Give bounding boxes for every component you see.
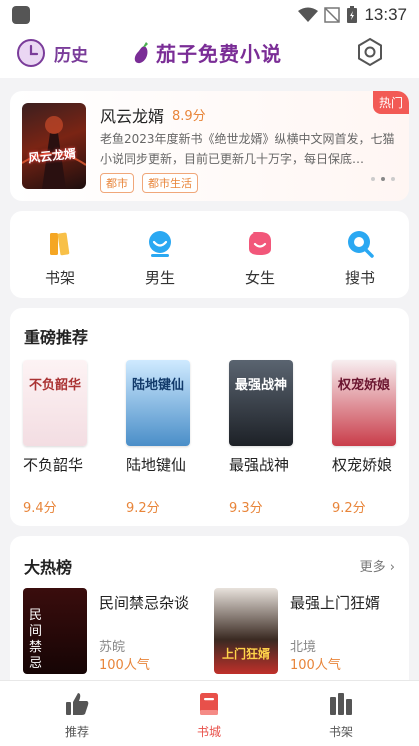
section-title: 重磅推荐 [24,328,89,347]
book-popularity: 100人气 [99,658,150,673]
wifi-icon [298,7,319,22]
book-cover: 上门狂婿 [214,588,278,674]
cover-title: 陆地键仙 [132,378,185,393]
battery-charging-icon [347,6,358,23]
book-title: 最强上门狂婿 [290,594,381,612]
clock: 13:37 [364,5,407,24]
eggplant-icon [134,41,148,63]
book-title: 不负韶华 [23,456,84,474]
book-cover: 权宠娇娘 [332,360,396,446]
book-title: 权宠娇娘 [332,456,393,474]
cover-title: 不负韶华 [29,378,82,393]
nav-label: 搜书 [344,269,375,287]
clock-icon [17,39,45,67]
hot-list-section: 大热榜 更多 › 民间禁忌 民间禁忌杂谈 苏皖 100人气 上门狂婿 最强上门狂… [10,536,409,696]
app-header: 历史 茄子免费小说 [0,30,419,78]
featured-book-title[interactable]: 风云龙婿 [100,103,164,127]
book-title: 民间禁忌杂谈 [99,594,190,612]
book-item[interactable]: 权宠娇娘 权宠娇娘 9.2分 [332,360,398,516]
tab-label: 书城 [196,725,221,739]
book-title: 最强战神 [229,456,290,474]
hot-list-item[interactable]: 上门狂婿 最强上门狂婿 北境 100人气 [214,588,394,674]
bottom-tab-bar: 推荐 书城 书架 [0,680,419,746]
tab-bookshelf[interactable]: 书架 [306,691,376,740]
app-title: 茄子免费小说 [132,38,282,67]
book-score: 9.4分 [23,501,57,516]
settings-button[interactable] [354,36,386,68]
no-signal-icon [324,7,341,23]
book-item[interactable]: 最强战神 最强战神 9.3分 [229,360,295,516]
female-icon [249,232,271,255]
status-bar: 13:37 [0,0,419,30]
book-popularity: 100人气 [290,658,341,673]
carousel-dot [391,177,395,181]
app-title-text: 茄子免费小说 [156,42,282,66]
search-icon [348,231,374,258]
tag-chip[interactable]: 都市生活 [142,173,198,193]
book-cover: 不负韶华 [23,360,87,446]
book-cover: 陆地键仙 [126,360,190,446]
bookshelf-icon [50,232,70,256]
more-button[interactable]: 更多 › [360,556,395,575]
nav-female[interactable]: 女生 [220,229,300,288]
cover-title: 民间禁忌 [29,608,43,671]
book-score: 9.2分 [126,501,160,516]
book-item[interactable]: 陆地键仙 陆地键仙 9.2分 [126,360,192,516]
featured-book-score: 8.9分 [172,109,206,124]
bookshelf-bars-icon [330,693,352,715]
featured-book-cover[interactable]: 风云龙婿 [22,103,86,189]
hot-list-item[interactable]: 民间禁忌 民间禁忌杂谈 苏皖 100人气 [23,588,203,674]
book-title: 陆地键仙 [126,456,187,474]
book-author: 北境 [290,640,317,655]
book-icon [200,693,218,715]
more-label: 更多 [359,560,386,575]
settings-hexagon-icon [358,37,382,67]
nav-label: 男生 [144,269,175,287]
nav-search[interactable]: 搜书 [320,229,400,288]
book-item[interactable]: 不负韶华 不负韶华 9.4分 [23,360,89,516]
book-score: 9.3分 [229,501,263,516]
tab-label: 书架 [328,725,353,739]
nav-male[interactable]: 男生 [120,229,200,288]
featured-book-description: 老鱼2023年度新书《绝世龙婿》纵横中文网首发，七猫小说同步更新，目前已更新几十… [100,132,395,166]
quick-nav: 书架 男生 女生 搜书 [10,211,409,298]
recommend-section: 重磅推荐 不负韶华 不负韶华 9.4分 陆地键仙 陆地键仙 9.2分 最强战神 … [10,308,409,526]
tab-bookstore[interactable]: 书城 [174,691,244,740]
tab-label: 推荐 [64,725,89,739]
book-cover: 民间禁忌 [23,588,87,674]
nav-label: 书架 [44,269,75,287]
section-title: 大热榜 [24,558,73,577]
book-score: 9.2分 [332,501,366,516]
notification-icon [12,6,30,24]
tag-chip[interactable]: 都市 [100,173,134,193]
book-author: 苏皖 [99,640,126,655]
featured-book-card[interactable]: 热门 风云龙婿 风云龙婿 8.9分 老鱼2023年度新书《绝世龙婿》纵横中文网首… [10,91,409,201]
cover-title: 上门狂婿 [221,647,270,661]
carousel-dot-active [381,177,385,181]
hot-badge: 热门 [372,91,409,114]
nav-label: 女生 [244,269,275,287]
cover-title: 权宠娇娘 [338,378,391,393]
cover-title: 最强战神 [235,378,288,393]
thumbs-up-icon [66,693,89,715]
nav-bookshelf[interactable]: 书架 [20,229,100,288]
book-cover: 最强战神 [229,360,293,446]
history-label: 历史 [54,45,88,66]
carousel-dot [371,177,375,181]
featured-book-tags: 都市 都市生活 [100,173,198,193]
chevron-right-icon: › [389,560,395,575]
carousel-indicator [371,177,395,181]
history-button[interactable]: 历史 [16,38,88,68]
male-icon [149,231,171,257]
tab-recommend[interactable]: 推荐 [42,691,112,740]
